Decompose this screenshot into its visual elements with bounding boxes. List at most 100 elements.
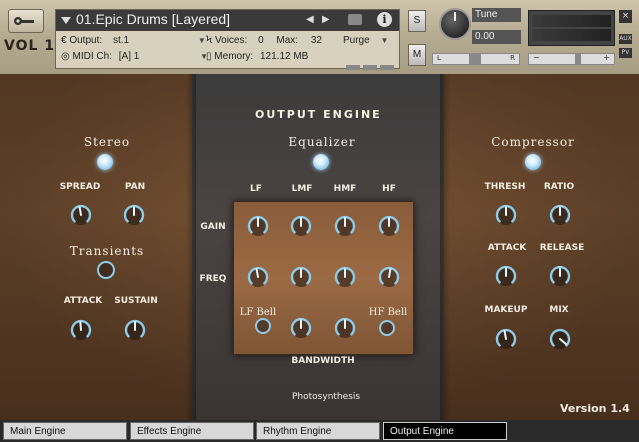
eq-lf-bell-toggle[interactable] xyxy=(255,318,271,334)
solo-button[interactable]: S xyxy=(408,10,426,32)
midi-label: MIDI Ch: xyxy=(72,51,112,62)
info-icon[interactable]: i xyxy=(377,12,392,27)
compressor-led[interactable] xyxy=(525,154,541,170)
tab-main-engine[interactable]: Main Engine xyxy=(3,422,127,440)
purge-caret-icon: ▼ xyxy=(380,36,389,45)
eq-hf-freq-knob[interactable] xyxy=(377,265,401,289)
purge-dropdown[interactable]: Purge ▼ xyxy=(343,35,388,46)
tab-output-engine[interactable]: Output Engine xyxy=(383,422,507,440)
mute-button[interactable]: M xyxy=(408,44,426,66)
eq-freq-label: FREQ xyxy=(199,274,227,284)
instrument-header: VOL 1 01.Epic Drums [Layered] ◀ ▶ i € Ou… xyxy=(0,0,639,74)
tune-label: Tune xyxy=(472,8,521,22)
tune-value[interactable]: 0.00 xyxy=(472,30,521,44)
voices-value: 0 xyxy=(258,35,264,46)
eq-hmf-bandwidth-knob[interactable] xyxy=(333,316,357,340)
eq-lmf-label: LMF xyxy=(291,184,313,194)
purge-label: Purge xyxy=(343,35,370,46)
stereo-led[interactable] xyxy=(97,154,113,170)
pan-knob[interactable] xyxy=(122,203,146,227)
knob-icon xyxy=(70,204,92,225)
output-row[interactable]: € Output: st.1 ▼ xyxy=(61,35,206,46)
comp-makeup-label: MAKEUP xyxy=(484,305,528,315)
memory-row: ▯ Memory: 121.12 MB xyxy=(206,51,308,62)
spread-knob[interactable] xyxy=(69,203,93,227)
max-value[interactable]: 32 xyxy=(311,35,322,46)
eq-hmf-freq-knob[interactable] xyxy=(333,265,357,289)
knob-icon xyxy=(123,204,145,225)
eq-hf-bell-toggle[interactable] xyxy=(379,320,395,336)
comp-thresh-label: THRESH xyxy=(484,182,526,192)
comp-mix-label: MIX xyxy=(549,305,569,315)
voices-icon: Ϟ xyxy=(206,35,213,46)
purge-indicators xyxy=(346,55,397,74)
knob-icon xyxy=(378,266,400,287)
output-engine-panel: OUTPUT ENGINE Stereo SPREAD PAN Transien… xyxy=(0,74,639,420)
eq-lf-label: LF xyxy=(250,184,262,194)
tune-knob[interactable] xyxy=(439,8,471,40)
aux-button[interactable]: AUX xyxy=(619,34,632,44)
instrument-name[interactable]: 01.Epic Drums [Layered] xyxy=(76,11,230,27)
eq-lmf-bandwidth-knob[interactable] xyxy=(289,316,313,340)
knob-icon xyxy=(247,215,269,236)
output-caret-icon: ▼ xyxy=(197,36,206,45)
tab-bar: Main Engine Effects Engine Rhythm Engine… xyxy=(0,420,639,442)
eq-lf-gain-knob[interactable] xyxy=(246,214,270,238)
transients-led[interactable] xyxy=(97,261,115,279)
equalizer-led[interactable] xyxy=(313,154,329,170)
knob-icon xyxy=(334,215,356,236)
eq-lf-freq-knob[interactable] xyxy=(246,265,270,289)
comp-mix-knob[interactable] xyxy=(548,327,572,351)
knob-icon xyxy=(549,204,571,225)
eq-hmf-gain-knob[interactable] xyxy=(333,214,357,238)
pan-right-label: R xyxy=(510,54,515,62)
volume-slider[interactable]: − + xyxy=(528,53,615,65)
close-button[interactable]: × xyxy=(619,10,632,23)
tab-rhythm-engine[interactable]: Rhythm Engine xyxy=(256,422,380,440)
pan-slider[interactable]: L R xyxy=(432,53,520,65)
eq-lf-bell-label: LF Bell xyxy=(239,307,277,318)
compressor-title: Compressor xyxy=(491,135,575,149)
wrench-icon xyxy=(14,17,34,25)
pan-handle[interactable] xyxy=(469,54,481,64)
comp-makeup-knob[interactable] xyxy=(494,327,518,351)
pan-left-label: L xyxy=(437,54,441,62)
volume-handle[interactable] xyxy=(575,54,581,64)
eq-lmf-freq-knob[interactable] xyxy=(289,265,313,289)
eq-hmf-label: HMF xyxy=(333,184,357,194)
spread-label: SPREAD xyxy=(59,182,101,192)
output-icon: € xyxy=(61,35,67,46)
knob-icon xyxy=(378,215,400,236)
volume-minus: − xyxy=(533,53,540,62)
eq-lmf-gain-knob[interactable] xyxy=(289,214,313,238)
comp-ratio-knob[interactable] xyxy=(548,203,572,227)
transients-title: Transients xyxy=(69,244,145,258)
next-instrument-icon[interactable]: ▶ xyxy=(322,14,330,25)
prev-instrument-icon[interactable]: ◀ xyxy=(306,14,314,25)
tab-effects-engine[interactable]: Effects Engine xyxy=(130,422,254,440)
comp-release-knob[interactable] xyxy=(548,264,572,288)
eq-hf-gain-knob[interactable] xyxy=(377,214,401,238)
memory-value: 121.12 MB xyxy=(259,51,309,62)
comp-ratio-label: RATIO xyxy=(543,182,575,192)
comp-attack-knob[interactable] xyxy=(494,264,518,288)
knob-icon xyxy=(70,319,92,340)
knob-icon xyxy=(290,317,312,338)
knob-icon xyxy=(247,266,269,287)
knob-icon xyxy=(124,319,146,340)
version-text: Version 1.4 xyxy=(560,402,630,415)
wrench-button[interactable] xyxy=(8,9,44,33)
instrument-title-bar: 01.Epic Drums [Layered] ◀ ▶ i xyxy=(56,10,399,31)
midi-row[interactable]: ◎ MIDI Ch: [A] 1 ▼ xyxy=(61,51,208,62)
comp-thresh-knob[interactable] xyxy=(494,203,518,227)
pv-button[interactable]: PV xyxy=(619,48,632,58)
transients-sustain-knob[interactable] xyxy=(123,318,147,342)
camera-icon[interactable] xyxy=(348,14,362,25)
comp-attack-label: ATTACK xyxy=(487,243,527,253)
transients-attack-knob[interactable] xyxy=(69,318,93,342)
vol-logo: VOL 1 xyxy=(4,38,56,54)
collapse-triangle-icon[interactable] xyxy=(61,17,71,24)
knob-icon xyxy=(290,266,312,287)
max-label: Max: xyxy=(276,35,299,46)
kontakt-instrument: VOL 1 01.Epic Drums [Layered] ◀ ▶ i € Ou… xyxy=(0,0,639,442)
